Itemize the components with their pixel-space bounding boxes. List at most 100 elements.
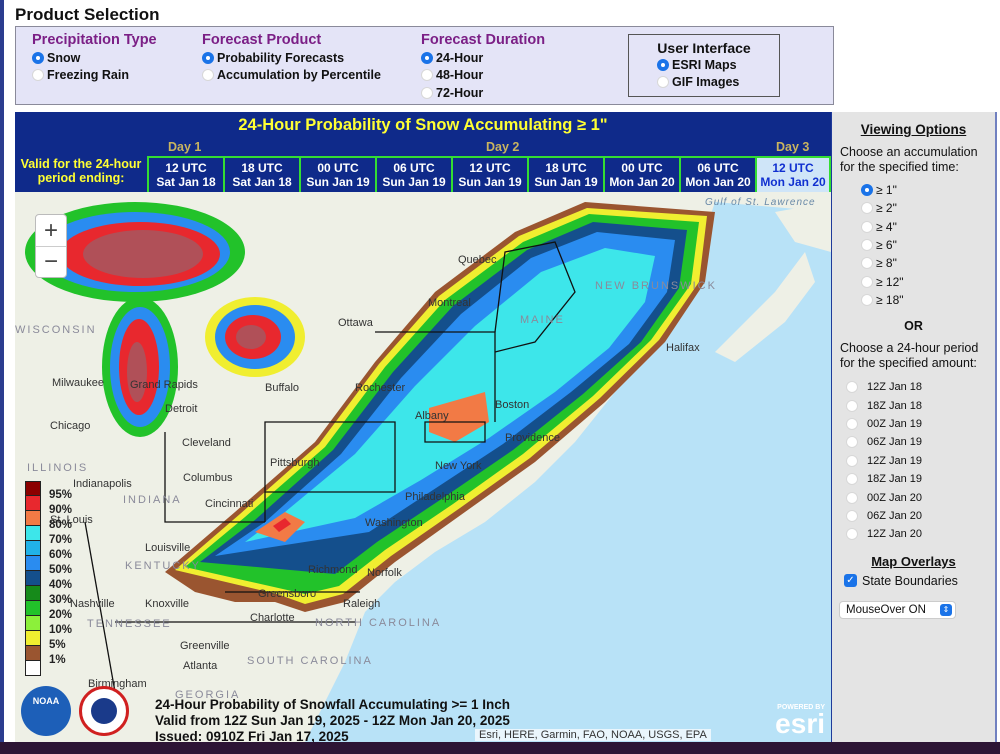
period-tab[interactable]: 06 UTC Sun Jan 19 xyxy=(375,158,451,194)
city-label: Knoxville xyxy=(145,598,190,610)
radio-icon[interactable] xyxy=(657,76,669,89)
radio-icon[interactable] xyxy=(32,69,44,82)
radio-accum-1in[interactable]: ≥ 1" xyxy=(861,181,995,199)
radio-icon[interactable] xyxy=(846,510,858,522)
radio-accumulation-by-percentile[interactable]: Accumulation by Percentile xyxy=(202,67,381,85)
period-tab[interactable]: 00 UTC Sun Jan 19 xyxy=(299,158,375,194)
esri-logo[interactable]: POWERED BY esri xyxy=(775,704,825,738)
radio-icon[interactable] xyxy=(861,202,873,215)
radio-icon[interactable] xyxy=(846,418,858,431)
day-2-label: Day 2 xyxy=(486,140,520,154)
period-tab[interactable]: 12 UTC Sat Jan 18 xyxy=(147,158,223,194)
forecast-product-title: Forecast Product xyxy=(202,32,322,48)
radio-icon[interactable] xyxy=(846,381,858,394)
legend-swatch xyxy=(25,496,41,511)
option-label: 72-Hour xyxy=(436,85,484,100)
viewing-options-title: Viewing Options xyxy=(860,122,967,137)
radio-accum-18in[interactable]: ≥ 18" xyxy=(861,291,995,309)
radio-icon[interactable] xyxy=(421,69,433,82)
forecast-map[interactable]: + − Quebec Montreal Ottawa Halifax Milwa… xyxy=(15,192,831,742)
radio-probability-forecasts[interactable]: Probability Forecasts xyxy=(202,49,381,67)
radio-icon[interactable] xyxy=(202,51,214,64)
valid-period-label: Valid for the 24-hour period ending: xyxy=(15,157,147,185)
legend-label: 30% xyxy=(49,594,73,606)
period-date: Sun Jan 19 xyxy=(534,175,598,189)
radio-icon[interactable] xyxy=(861,239,873,252)
radio-72-hour[interactable]: 72-Hour xyxy=(421,84,545,102)
chevron-updown-icon: ⇕ xyxy=(940,603,952,616)
radio-accum-2in[interactable]: ≥ 2" xyxy=(861,199,995,217)
legend-swatch xyxy=(25,481,41,496)
radio-icon[interactable] xyxy=(421,86,433,99)
radio-accum-12in[interactable]: ≥ 12" xyxy=(861,272,995,290)
noaa-logo: NOAA xyxy=(21,686,71,736)
radio-period[interactable]: 12Z Jan 19 xyxy=(846,452,995,470)
radio-icon[interactable] xyxy=(202,69,214,82)
mouseover-select[interactable]: MouseOver ON ⇕ xyxy=(839,600,956,619)
radio-period[interactable]: 06Z Jan 20 xyxy=(846,507,995,525)
period-tab[interactable]: 12 UTC Sun Jan 19 xyxy=(451,158,527,194)
radio-period[interactable]: 06Z Jan 19 xyxy=(846,433,995,451)
checkbox-label: State Boundaries xyxy=(862,573,958,588)
radio-period[interactable]: 00Z Jan 20 xyxy=(846,488,995,506)
radio-icon[interactable] xyxy=(846,454,858,467)
legend-label: 50% xyxy=(49,564,73,576)
city-label: Chicago xyxy=(50,420,91,432)
radio-icon[interactable] xyxy=(861,184,873,197)
option-label: ≥ 1" xyxy=(876,183,897,198)
radio-accum-8in[interactable]: ≥ 8" xyxy=(861,254,995,272)
map-canvas xyxy=(15,192,831,742)
radio-icon[interactable] xyxy=(861,275,873,288)
zoom-in-button[interactable]: + xyxy=(36,215,66,246)
radio-icon[interactable] xyxy=(846,473,858,486)
period-tab[interactable]: 18 UTC Sat Jan 18 xyxy=(223,158,299,194)
radio-icon[interactable] xyxy=(846,491,858,504)
map-caption: 24-Hour Probability of Snowfall Accumula… xyxy=(155,697,510,742)
state-boundaries-checkbox[interactable]: ✓ State Boundaries xyxy=(832,574,995,588)
region-label: MAINE xyxy=(520,314,565,326)
radio-icon[interactable] xyxy=(861,257,873,270)
radio-snow[interactable]: Snow xyxy=(32,49,157,67)
option-label: Probability Forecasts xyxy=(217,50,345,65)
radio-freezing-rain[interactable]: Freezing Rain xyxy=(32,67,157,85)
radio-icon[interactable] xyxy=(846,399,858,412)
city-label: Charlotte xyxy=(250,612,295,624)
map-attribution[interactable]: Esri, HERE, Garmin, FAO, NOAA, USGS, EPA xyxy=(475,729,711,741)
checkmark-icon[interactable]: ✓ xyxy=(844,574,857,588)
period-date: Mon Jan 20 xyxy=(609,175,675,189)
option-label: ≥ 6" xyxy=(876,238,897,253)
legend-swatch xyxy=(25,511,41,526)
radio-period[interactable]: 18Z Jan 19 xyxy=(846,470,995,488)
city-label: Raleigh xyxy=(343,598,381,610)
caption-title: 24-Hour Probability of Snowfall Accumula… xyxy=(155,697,511,712)
radio-48-hour[interactable]: 48-Hour xyxy=(421,67,545,85)
city-label: Albany xyxy=(415,410,449,422)
newfoundland-land xyxy=(775,202,831,252)
radio-icon[interactable] xyxy=(846,436,858,449)
period-date: Sat Jan 18 xyxy=(156,175,216,189)
period-tab[interactable]: 18 UTC Sun Jan 19 xyxy=(527,158,603,194)
radio-gif-images[interactable]: GIF Images xyxy=(629,74,779,92)
radio-24-hour[interactable]: 24-Hour xyxy=(421,49,545,67)
legend-swatch xyxy=(25,661,41,676)
select-value: MouseOver ON xyxy=(846,603,926,616)
period-tab[interactable]: 06 UTC Mon Jan 20 xyxy=(679,158,755,194)
radio-icon[interactable] xyxy=(846,528,858,541)
option-label: ≥ 18" xyxy=(876,292,904,307)
zoom-out-button[interactable]: − xyxy=(36,246,66,277)
radio-period[interactable]: 12Z Jan 20 xyxy=(846,525,995,543)
radio-esri-maps[interactable]: ESRI Maps xyxy=(629,56,779,74)
radio-icon[interactable] xyxy=(861,293,873,306)
radio-period[interactable]: 00Z Jan 19 xyxy=(846,415,995,433)
radio-period[interactable]: 12Z Jan 18 xyxy=(846,378,995,396)
radio-accum-6in[interactable]: ≥ 6" xyxy=(861,236,995,254)
period-tab-selected[interactable]: 12 UTC Mon Jan 20 xyxy=(755,158,831,194)
period-tab[interactable]: 00 UTC Mon Jan 20 xyxy=(603,158,679,194)
radio-icon[interactable] xyxy=(421,51,433,64)
radio-icon[interactable] xyxy=(657,58,669,71)
radio-icon[interactable] xyxy=(861,220,873,233)
radio-period[interactable]: 18Z Jan 18 xyxy=(846,396,995,414)
radio-icon[interactable] xyxy=(32,51,44,64)
radio-accum-4in[interactable]: ≥ 4" xyxy=(861,218,995,236)
city-label: Philadelphia xyxy=(405,491,465,503)
